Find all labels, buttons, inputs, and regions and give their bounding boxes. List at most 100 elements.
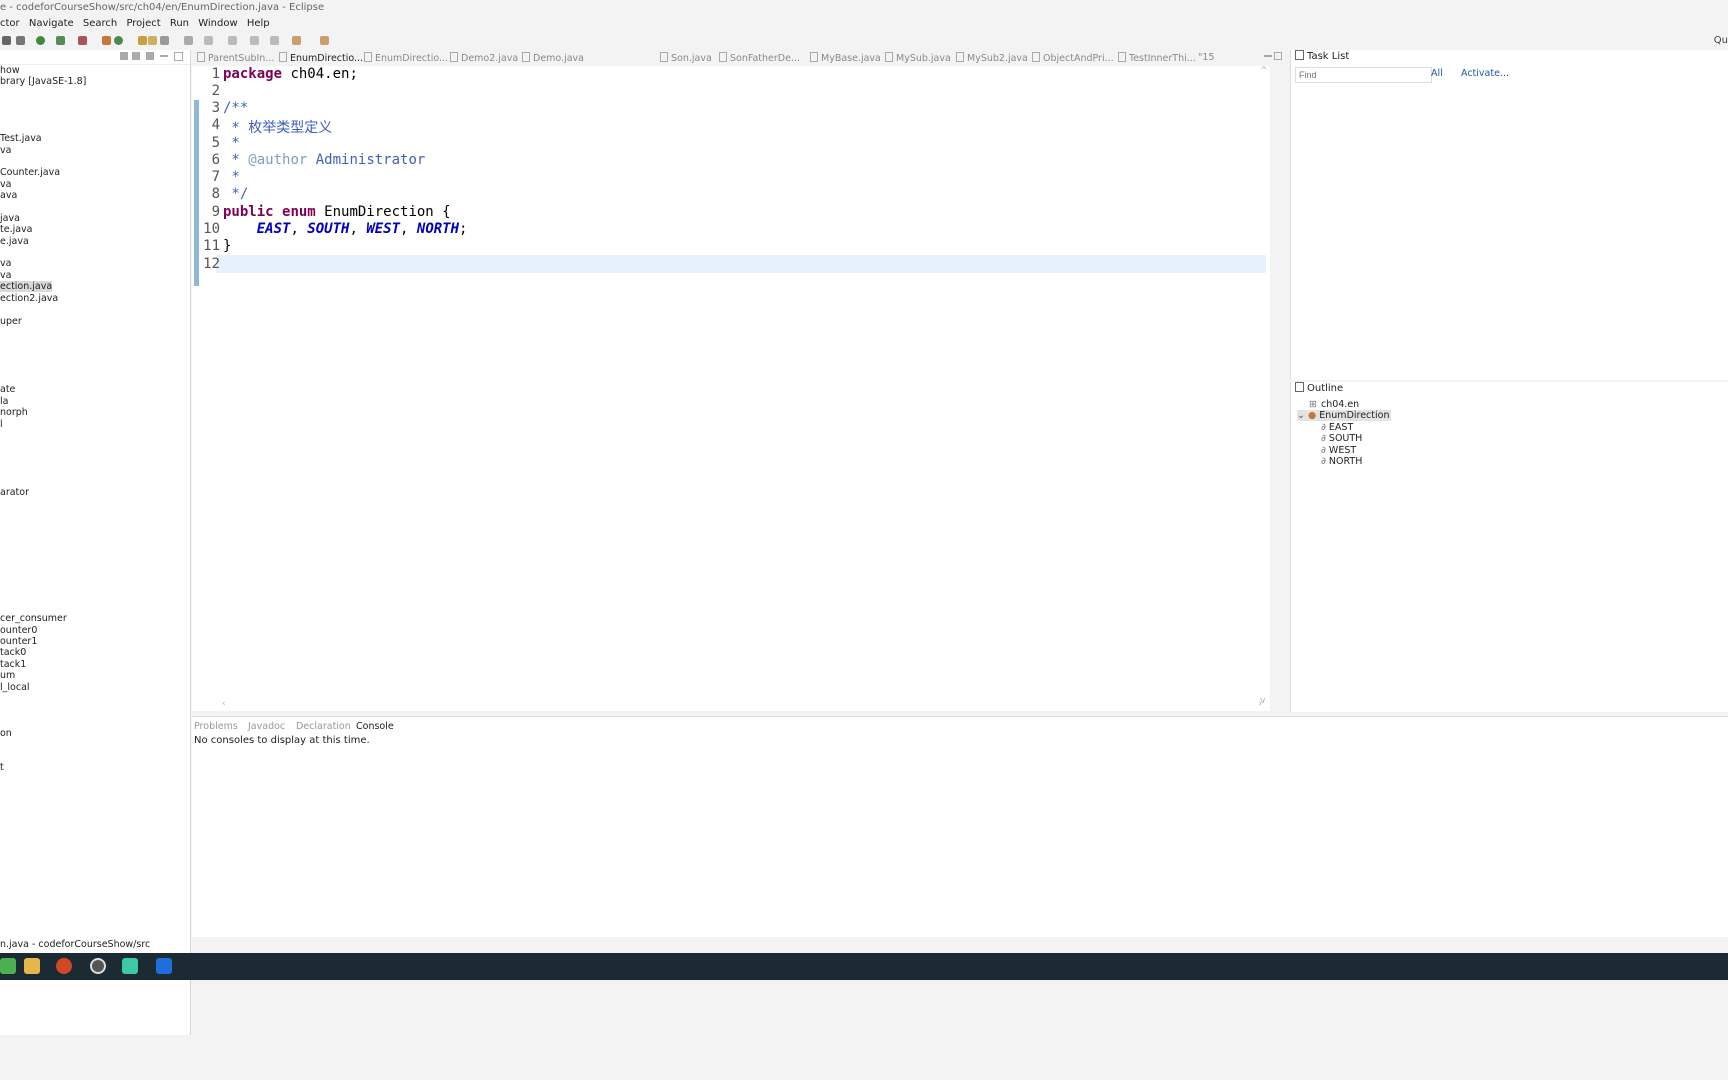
explorer-item[interactable]: la xyxy=(0,396,8,407)
editor-maximize-icon[interactable] xyxy=(1274,52,1282,60)
explorer-item[interactable]: va xyxy=(0,179,11,190)
outline-package[interactable]: ⊞ ch04.en xyxy=(1309,399,1359,410)
outline-type-enumdirection[interactable]: ⌄ ● EnumDirection xyxy=(1297,410,1392,421)
quick-access[interactable]: Qu xyxy=(1714,35,1728,46)
explorer-item[interactable]: Counter.java xyxy=(0,167,60,178)
run-icon[interactable] xyxy=(36,36,45,45)
explorer-item[interactable]: java xyxy=(0,213,20,224)
explorer-item[interactable]: how xyxy=(0,65,20,76)
block-selection-icon[interactable] xyxy=(250,36,259,45)
notes-app-icon[interactable] xyxy=(122,958,138,974)
menu-refactor[interactable]: ctor xyxy=(0,18,20,29)
eclipse-app-icon[interactable] xyxy=(0,958,16,974)
task-list-title[interactable]: Task List xyxy=(1295,50,1349,62)
explorer-item[interactable]: on xyxy=(0,728,12,739)
outline-constant[interactable]: ∂ EAST xyxy=(1321,422,1353,433)
explorer-item[interactable]: um xyxy=(0,670,15,681)
editor-minimize-icon[interactable] xyxy=(1264,55,1272,57)
explorer-item[interactable]: uper xyxy=(0,316,22,327)
link-editor-icon[interactable] xyxy=(132,52,140,60)
outline-constant[interactable]: ∂ WEST xyxy=(1321,445,1356,456)
tab-mybase[interactable]: MyBase.java xyxy=(810,52,881,64)
explorer-item[interactable]: va xyxy=(0,270,11,281)
settings-gear-icon[interactable] xyxy=(90,958,106,974)
forward-icon[interactable] xyxy=(320,36,329,45)
explorer-item[interactable]: ounter0 xyxy=(0,625,37,636)
explorer-item[interactable]: va xyxy=(0,258,11,269)
explorer-item[interactable]: tack0 xyxy=(0,647,26,658)
code-editor[interactable]: 1 2 3 4 5 6 7 8 9 10 11 12 package ch04.… xyxy=(192,66,1270,711)
explorer-item[interactable]: tack1 xyxy=(0,659,26,670)
debug-icon[interactable] xyxy=(16,36,25,45)
tab-enumdirection-active[interactable]: EnumDirectio... xyxy=(279,52,363,64)
tab-mysub2[interactable]: MySub2.java xyxy=(956,52,1028,64)
explorer-item[interactable]: Test.java xyxy=(0,133,42,144)
annotation-icon[interactable] xyxy=(184,36,193,45)
explorer-item[interactable]: ection2.java xyxy=(0,293,58,304)
tab-javadoc[interactable]: Javadoc xyxy=(248,721,285,732)
tab-enumdirection2[interactable]: EnumDirectio... xyxy=(364,52,448,64)
show-whitespace-icon[interactable] xyxy=(228,36,237,45)
tab-declaration[interactable]: Declaration xyxy=(296,721,351,732)
view-menu-icon[interactable] xyxy=(146,52,154,60)
new-package-icon[interactable] xyxy=(102,36,111,45)
external-tools-icon[interactable] xyxy=(78,36,87,45)
tab-overflow-list[interactable]: "15 xyxy=(1198,52,1214,63)
explorer-item[interactable]: t xyxy=(0,762,4,773)
horizontal-scrollbar[interactable]: ‹ › xyxy=(222,699,1262,709)
explorer-item[interactable]: l xyxy=(0,419,3,430)
menu-navigate[interactable]: Navigate xyxy=(29,18,74,29)
menu-window[interactable]: Window xyxy=(198,18,237,29)
menu-project[interactable]: Project xyxy=(126,18,160,29)
collapse-all-icon[interactable] xyxy=(120,52,128,60)
powerpoint-icon[interactable] xyxy=(56,958,72,974)
chart-app-icon[interactable] xyxy=(156,958,172,974)
scroll-up-icon[interactable]: ^ xyxy=(1260,66,1268,76)
tab-son[interactable]: Son.java xyxy=(660,52,712,64)
minimize-icon[interactable] xyxy=(160,55,168,57)
tab-demo2[interactable]: Demo2.java xyxy=(450,52,518,64)
file-explorer-icon[interactable] xyxy=(24,958,40,974)
next-annotation-icon[interactable] xyxy=(270,36,279,45)
explorer-item[interactable]: ounter1 xyxy=(0,636,37,647)
menu-help[interactable]: Help xyxy=(247,18,270,29)
toggle-mark-icon[interactable] xyxy=(204,36,213,45)
explorer-item[interactable]: ate xyxy=(0,384,15,395)
tab-objectandpri[interactable]: ObjectAndPri... xyxy=(1032,52,1114,64)
tab-parentsubin[interactable]: ParentSubIn... xyxy=(197,52,274,64)
explorer-item[interactable]: norph xyxy=(0,407,28,418)
menu-run[interactable]: Run xyxy=(170,18,189,29)
new-class-icon[interactable] xyxy=(114,36,123,45)
vertical-scrollbar[interactable]: ^ v xyxy=(1258,66,1270,706)
explorer-item[interactable]: cer_consumer xyxy=(0,613,67,624)
search-icon[interactable] xyxy=(160,36,169,45)
maximize-icon[interactable] xyxy=(174,52,183,61)
task-find-input[interactable] xyxy=(1295,67,1432,83)
outline-constant[interactable]: ∂ SOUTH xyxy=(1321,433,1362,444)
menu-search[interactable]: Search xyxy=(83,18,117,29)
explorer-item[interactable]: te.java xyxy=(0,224,33,235)
filter-all-link[interactable]: All xyxy=(1431,68,1443,79)
scroll-down-icon[interactable]: v xyxy=(1260,696,1265,706)
scroll-left-icon[interactable]: ‹ xyxy=(222,699,226,709)
explorer-item-library[interactable]: brary [JavaSE-1.8] xyxy=(0,76,86,87)
explorer-item[interactable]: e.java xyxy=(0,236,29,247)
tab-problems[interactable]: Problems xyxy=(194,721,238,732)
explorer-item[interactable]: ava xyxy=(0,190,17,201)
tab-console[interactable]: Console xyxy=(356,721,394,732)
activate-link[interactable]: Activate... xyxy=(1461,68,1509,79)
tab-demo[interactable]: Demo.java xyxy=(522,52,584,64)
outline-title[interactable]: Outline xyxy=(1295,382,1343,394)
outline-constant[interactable]: ∂ NORTH xyxy=(1321,456,1362,467)
explorer-item[interactable]: va xyxy=(0,145,11,156)
toolbar-icon[interactable] xyxy=(2,36,11,45)
coverage-icon[interactable] xyxy=(56,36,65,45)
chevron-down-icon[interactable]: ⌄ xyxy=(1297,410,1305,421)
tab-sonfatherde[interactable]: SonFatherDe... xyxy=(719,52,800,64)
open-type-icon[interactable] xyxy=(138,36,147,45)
explorer-item[interactable]: l_local xyxy=(0,682,30,693)
explorer-item[interactable]: arator xyxy=(0,487,29,498)
back-icon[interactable] xyxy=(292,36,301,45)
open-task-icon[interactable] xyxy=(148,36,157,45)
tab-mysub[interactable]: MySub.java xyxy=(885,52,951,64)
